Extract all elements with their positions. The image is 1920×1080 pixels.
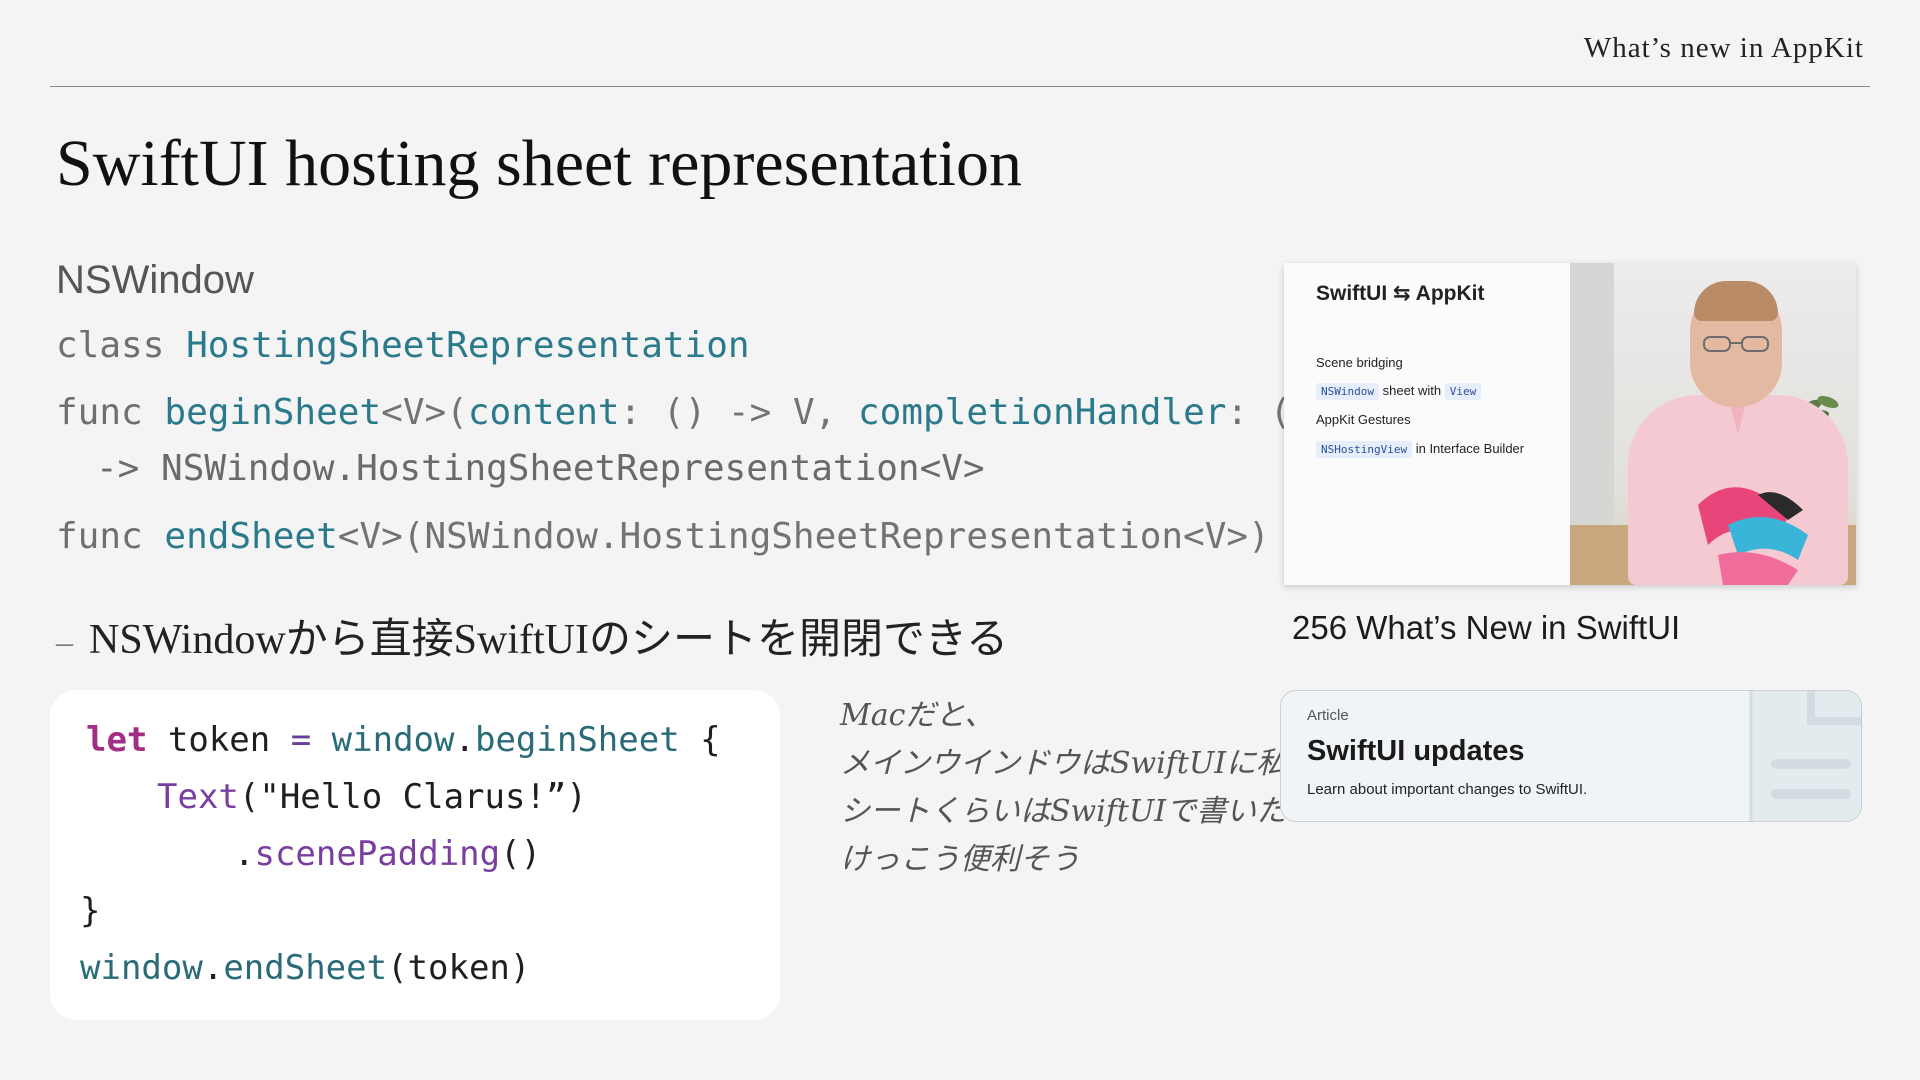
bullet-point: – NSWindowから直接SwiftUIのシートを開閉できる [56,605,1008,666]
thumbnail-item-2-text: sheet with [1382,383,1442,398]
video-thumbnail[interactable]: SwiftUI ⇆ AppKit Scene bridging NSWindow… [1284,263,1856,585]
code-token-var: token [147,720,291,760]
code-text-args: ("Hello Clarus!”) [238,777,587,817]
code-line-1: let token = window.beginSheet { [86,720,721,760]
api-owner-heading: NSWindow [56,258,254,302]
code-let-keyword: let [86,720,148,760]
begin-param-content-type: : () -> V, [619,392,858,433]
begin-keyword: func [56,392,143,433]
note-line-4: けっこう便利そう [840,842,1080,877]
code-sample-card: let token = window.beginSheet { Text("He… [50,690,780,1020]
begin-function-name: beginSheet [164,392,382,433]
glasses-icon [1703,336,1769,352]
code-text-call: Text [157,777,239,817]
thumbnail-code-view: View [1444,383,1482,400]
end-keyword: func [56,516,143,557]
code-dot: . [202,948,224,988]
bullet-dash: – [56,624,73,662]
thumbnail-code-nshostingview: NSHostingView [1316,441,1413,458]
begin-param-completion: completionHandler [857,392,1227,433]
header-divider [50,86,1870,87]
code-equals: = [290,720,312,760]
code-line-4: } [80,891,101,931]
thumbnail-slide-panel: SwiftUI ⇆ AppKit Scene bridging NSWindow… [1284,263,1570,585]
code-window-ref: window [311,720,455,760]
end-sheet-signature: func endSheet<V>(NSWindow.HostingSheetRe… [56,516,1270,557]
end-params: <V>(NSWindow.HostingSheetRepresentation<… [337,516,1270,557]
begin-generic: <V>( [381,392,468,433]
begin-sheet-return-type: -> NSWindow.HostingSheetRepresentation<V… [96,448,985,489]
class-name: HostingSheetRepresentation [186,325,750,366]
code-dot: . [454,720,475,760]
thumbnail-code-nswindow: NSWindow [1316,383,1379,400]
thumbnail-title: SwiftUI ⇆ AppKit [1316,282,1485,305]
end-function-name: endSheet [164,516,338,557]
code-line-2: Text("Hello Clarus!”) [157,777,587,817]
header-label: What’s new in AppKit [1583,32,1864,64]
article-title: SwiftUI updates [1307,735,1525,767]
begin-sheet-signature: func beginSheet<V>(content: () -> V, com… [56,392,1313,433]
thumbnail-item-3: AppKit Gestures [1316,412,1411,427]
code-scene-padding-args: () [500,834,542,874]
thumbnail-item-2: NSWindow sheet with View [1316,383,1482,400]
article-card[interactable]: Article SwiftUI updates Learn about impo… [1280,690,1862,822]
code-end-sheet-args: (token) [387,948,531,988]
video-caption[interactable]: 256 What’s New in SwiftUI [1292,609,1680,647]
code-scene-padding-call: scenePadding [254,834,501,874]
presenter-hair [1694,281,1778,321]
document-icon [1749,691,1861,821]
article-description: Learn about important changes to SwiftUI… [1307,781,1588,798]
code-end-sheet-call: endSheet [223,948,388,988]
shirt-pattern-icon [1698,395,1808,585]
code-open-brace: { [679,720,721,760]
slide-title: SwiftUI hosting sheet representation [56,127,1022,200]
thumbnail-item-4-text: in Interface Builder [1415,441,1525,456]
bullet-text: NSWindowから直接SwiftUIのシートを開閉できる [89,617,1009,663]
thumbnail-item-4: NSHostingView in Interface Builder [1316,441,1525,458]
code-begin-sheet-call: beginSheet [474,720,680,760]
code-dot: . [234,834,255,874]
thumbnail-item-1: Scene bridging [1316,355,1403,370]
article-kind-label: Article [1307,707,1349,724]
code-line-3: .scenePadding() [234,834,541,874]
class-signature: class HostingSheetRepresentation [56,325,750,366]
begin-param-content: content [467,392,620,433]
presenter-shirt [1628,395,1848,585]
presenter-photo [1570,263,1856,585]
class-keyword: class [56,325,165,366]
code-line-5: window.endSheet(token) [80,948,530,988]
code-window-ref: window [80,948,203,988]
